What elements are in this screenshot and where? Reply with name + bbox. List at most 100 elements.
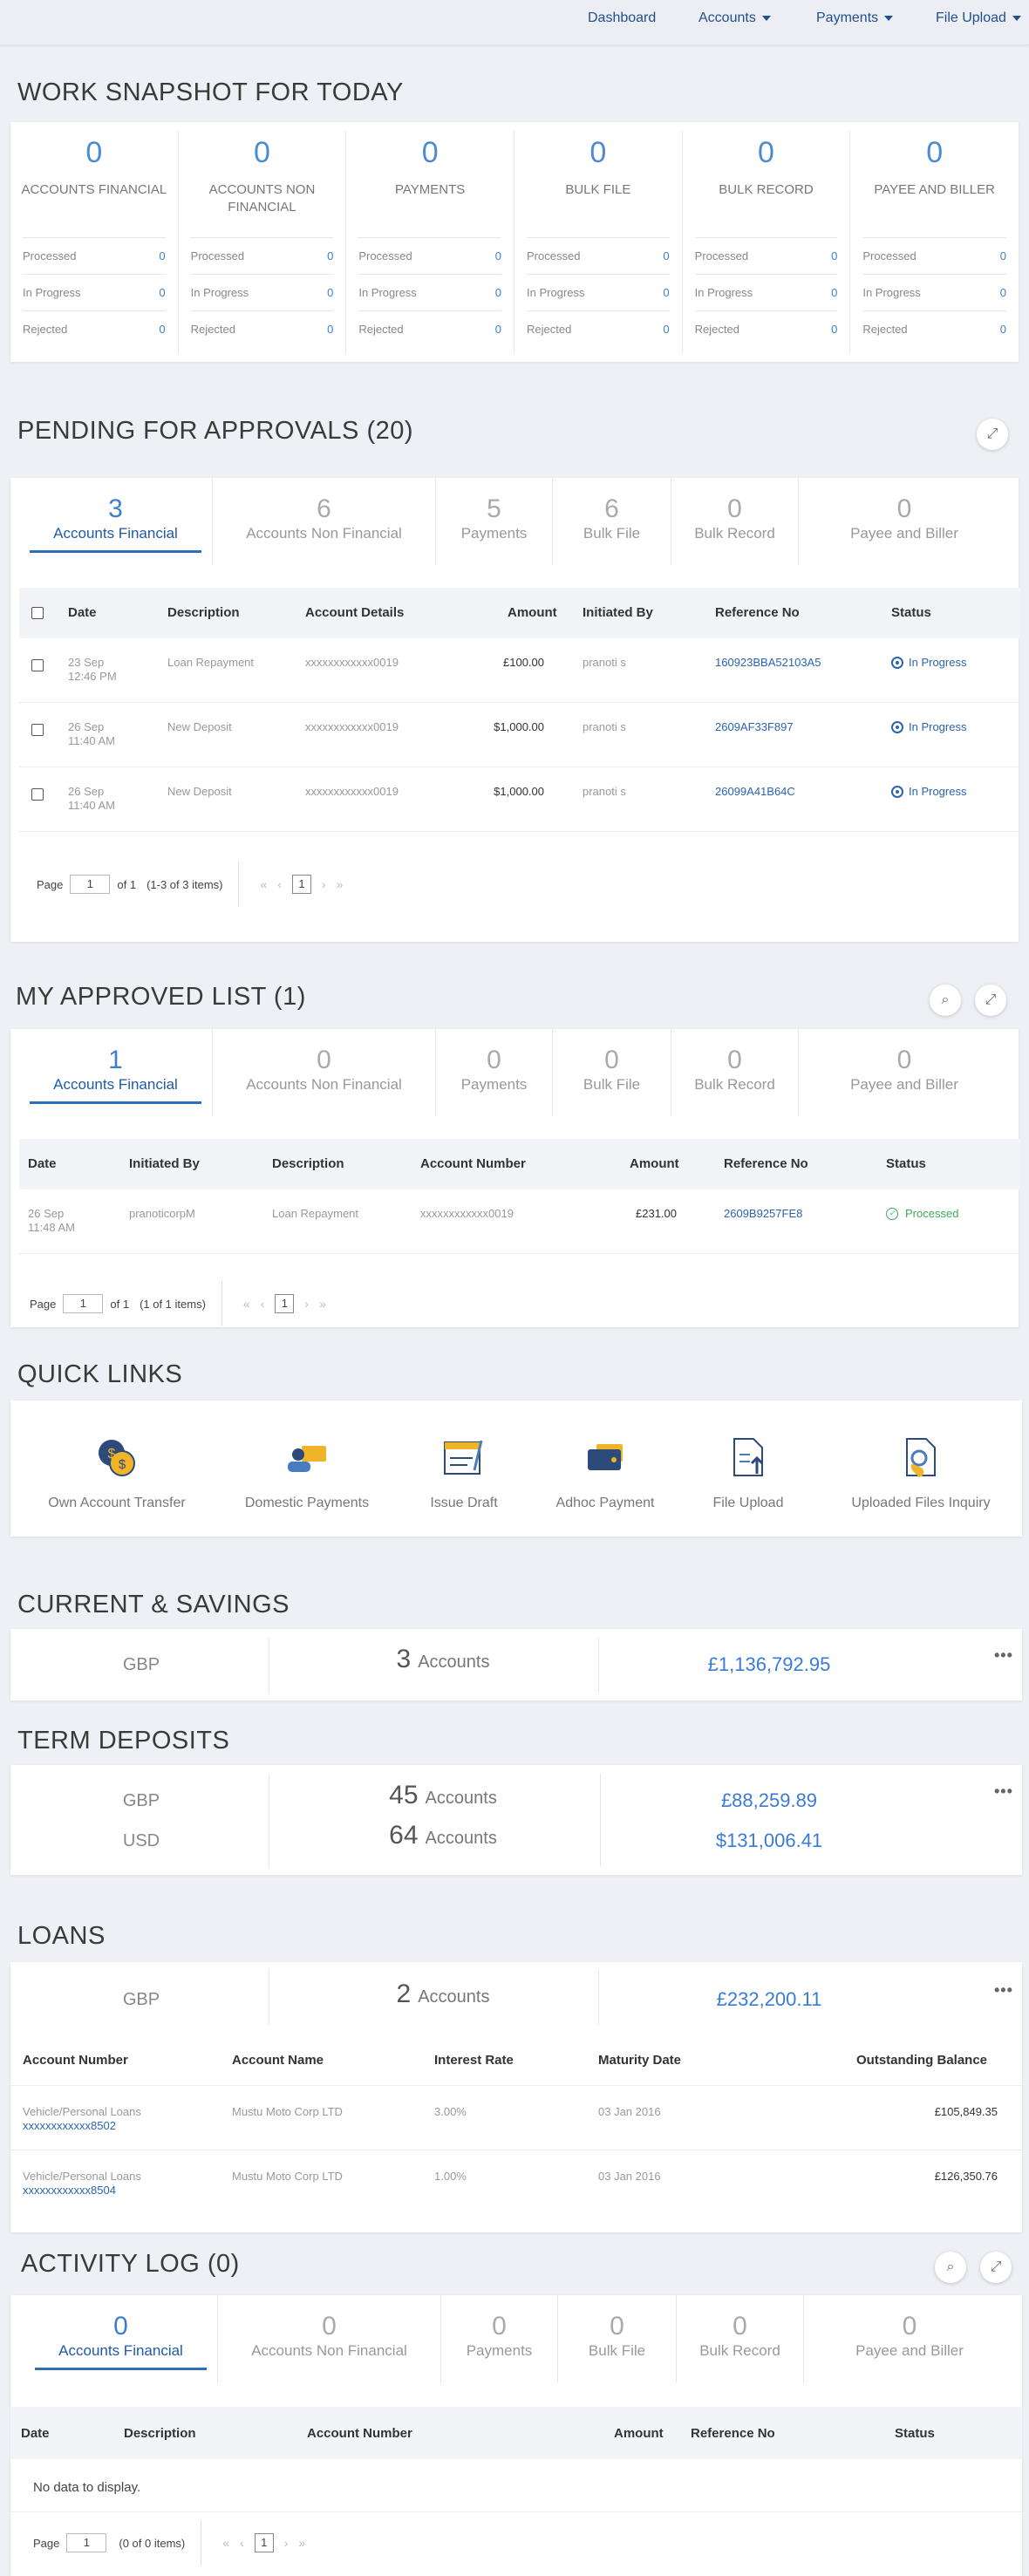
quick-link-uploaded-files-inquiry[interactable]: Uploaded Files Inquiry — [834, 1400, 1008, 1511]
snapshot-count[interactable]: 0 — [514, 136, 682, 170]
row-checkbox[interactable] — [31, 724, 44, 736]
snapshot-count[interactable]: 0 — [346, 136, 514, 170]
status-value[interactable]: 0 — [663, 286, 669, 299]
tab-accounts-non-financial[interactable]: 0 Accounts Non Financial — [213, 1029, 436, 1116]
tab-bulk-record[interactable]: 0 Bulk Record — [677, 2295, 804, 2382]
current-page[interactable]: 1 — [254, 2533, 274, 2552]
row-date-day: 26 Sep — [68, 720, 105, 733]
search-icon[interactable]: ⌕ — [935, 2252, 966, 2283]
table-row[interactable]: 26 Sep 11:48 AM pranoticorpM Loan Repayme… — [19, 1189, 1020, 1254]
tab-payments[interactable]: 5 Payments — [436, 478, 553, 565]
snapshot-count[interactable]: 0 — [179, 136, 346, 170]
next-page-icon[interactable]: › — [322, 877, 326, 891]
quick-link-own-account-transfer[interactable]: $ $ Own Account Transfer — [47, 1400, 187, 1511]
status-value[interactable]: 0 — [327, 286, 333, 299]
tab-payee-and-biller[interactable]: 0 Payee and Biller — [799, 1029, 1010, 1116]
tab-payments[interactable]: 0 Payments — [441, 2295, 558, 2382]
tab-accounts-financial[interactable]: 3 Accounts Financial — [19, 478, 213, 565]
status-value[interactable]: 0 — [663, 323, 669, 336]
search-icon[interactable]: ⌕ — [930, 985, 961, 1016]
tab-accounts-financial[interactable]: 1 Accounts Financial — [19, 1029, 213, 1116]
more-options-icon[interactable]: ••• — [994, 1782, 1013, 1801]
row-checkbox[interactable] — [31, 788, 44, 801]
first-page-icon[interactable]: « — [222, 2536, 229, 2550]
status-value[interactable]: 0 — [495, 323, 501, 336]
page-input[interactable]: 1 — [70, 875, 111, 894]
row-reference-link[interactable]: 26099A41B64C — [715, 785, 795, 798]
tab-bulk-record[interactable]: 0 Bulk Record — [671, 478, 799, 565]
td-account-count[interactable]: 45 Accounts — [277, 1781, 609, 1810]
nav-payments[interactable]: Payments — [816, 10, 894, 26]
tab-bulk-file[interactable]: 6 Bulk File — [553, 478, 671, 565]
last-page-icon[interactable]: » — [337, 877, 344, 891]
col-account-details: Account Details — [305, 605, 405, 620]
status-value[interactable]: 0 — [159, 286, 165, 299]
casa-account-count[interactable]: 3 Accounts — [277, 1645, 609, 1674]
table-row[interactable]: 23 Sep 12:46 PM Loan Repayment xxxxxxxxxxxx… — [19, 638, 1020, 703]
tab-accounts-financial[interactable]: 0 Accounts Financial — [24, 2295, 218, 2382]
status-value[interactable]: 0 — [831, 249, 837, 262]
quick-link-file-upload[interactable]: File Upload — [678, 1400, 818, 1511]
next-page-icon[interactable]: › — [284, 2536, 289, 2550]
row-reference-link[interactable]: 2609B9257FE8 — [724, 1207, 802, 1220]
table-row[interactable]: Vehicle/Personal Loans xxxxxxxxxxxx8502 Mu… — [10, 2086, 1022, 2150]
status-value[interactable]: 0 — [831, 323, 837, 336]
page-input[interactable]: 1 — [63, 1294, 104, 1313]
prev-page-icon[interactable]: ‹ — [261, 1297, 265, 1311]
status-value[interactable]: 0 — [1000, 249, 1006, 262]
quick-link-domestic-payments[interactable]: Domestic Payments — [237, 1400, 377, 1511]
status-value[interactable]: 0 — [1000, 286, 1006, 299]
td-account-count[interactable]: 64 Accounts — [277, 1821, 609, 1850]
next-page-icon[interactable]: › — [304, 1297, 309, 1311]
tab-bulk-file[interactable]: 0 Bulk File — [553, 1029, 671, 1116]
tab-payee-and-biller[interactable]: 0 Payee and Biller — [804, 2295, 1015, 2382]
nav-file-upload[interactable]: File Upload — [936, 10, 1021, 26]
first-page-icon[interactable]: « — [243, 1297, 250, 1311]
select-all-checkbox[interactable] — [31, 607, 44, 619]
status-value[interactable]: 0 — [1000, 323, 1006, 336]
current-page[interactable]: 1 — [291, 875, 311, 894]
tab-payments[interactable]: 0 Payments — [436, 1029, 553, 1116]
status-value[interactable]: 0 — [327, 323, 333, 336]
table-row[interactable]: Vehicle/Personal Loans xxxxxxxxxxxx8504 Mu… — [10, 2150, 1022, 2215]
nav-dashboard[interactable]: Dashboard — [588, 10, 656, 26]
tab-accounts-non-financial[interactable]: 6 Accounts Non Financial — [213, 478, 436, 565]
snapshot-count[interactable]: 0 — [850, 136, 1019, 170]
status-value[interactable]: 0 — [159, 323, 165, 336]
more-options-icon[interactable]: ••• — [994, 1981, 1013, 2000]
row-reference-link[interactable]: 2609AF33F897 — [715, 720, 794, 733]
prev-page-icon[interactable]: ‹ — [240, 2536, 244, 2550]
first-page-icon[interactable]: « — [260, 877, 267, 891]
status-value[interactable]: 0 — [831, 286, 837, 299]
status-value[interactable]: 0 — [159, 249, 165, 262]
loans-account-count[interactable]: 2 Accounts — [277, 1980, 609, 2009]
current-page[interactable]: 1 — [275, 1294, 295, 1313]
tab-payee-and-biller[interactable]: 0 Payee and Biller — [799, 478, 1010, 565]
last-page-icon[interactable]: » — [319, 1297, 326, 1311]
expand-icon[interactable]: ⤢ — [980, 2252, 1012, 2283]
tab-bulk-file[interactable]: 0 Bulk File — [558, 2295, 677, 2382]
table-row[interactable]: 26 Sep 11:40 AM New Deposit xxxxxxxxxxxx001… — [19, 703, 1020, 767]
status-value[interactable]: 0 — [663, 249, 669, 262]
row-account-link[interactable]: xxxxxxxxxxxx8502 — [23, 2119, 141, 2133]
row-reference-link[interactable]: 160923BBA52103A5 — [715, 656, 821, 669]
tab-accounts-non-financial[interactable]: 0 Accounts Non Financial — [218, 2295, 441, 2382]
status-value[interactable]: 0 — [495, 286, 501, 299]
tab-bulk-record[interactable]: 0 Bulk Record — [671, 1029, 799, 1116]
nav-accounts[interactable]: Accounts — [698, 10, 771, 26]
table-row[interactable]: 26 Sep 11:40 AM New Deposit xxxxxxxxxxxx001… — [19, 767, 1020, 832]
expand-icon[interactable]: ⤢ — [977, 419, 1008, 450]
quick-link-adhoc-payment[interactable]: Adhoc Payment — [535, 1400, 675, 1511]
quick-link-issue-draft[interactable]: Issue Draft — [394, 1400, 534, 1511]
last-page-icon[interactable]: » — [298, 2536, 305, 2550]
status-value[interactable]: 0 — [495, 249, 501, 262]
snapshot-count[interactable]: 0 — [10, 136, 178, 170]
page-input[interactable]: 1 — [66, 2533, 107, 2552]
more-options-icon[interactable]: ••• — [994, 1646, 1013, 1665]
expand-icon[interactable]: ⤢ — [975, 985, 1006, 1016]
status-value[interactable]: 0 — [327, 249, 333, 262]
row-account-link[interactable]: xxxxxxxxxxxx8504 — [23, 2184, 141, 2198]
row-checkbox[interactable] — [31, 659, 44, 671]
prev-page-icon[interactable]: ‹ — [277, 877, 282, 891]
snapshot-count[interactable]: 0 — [683, 136, 850, 170]
